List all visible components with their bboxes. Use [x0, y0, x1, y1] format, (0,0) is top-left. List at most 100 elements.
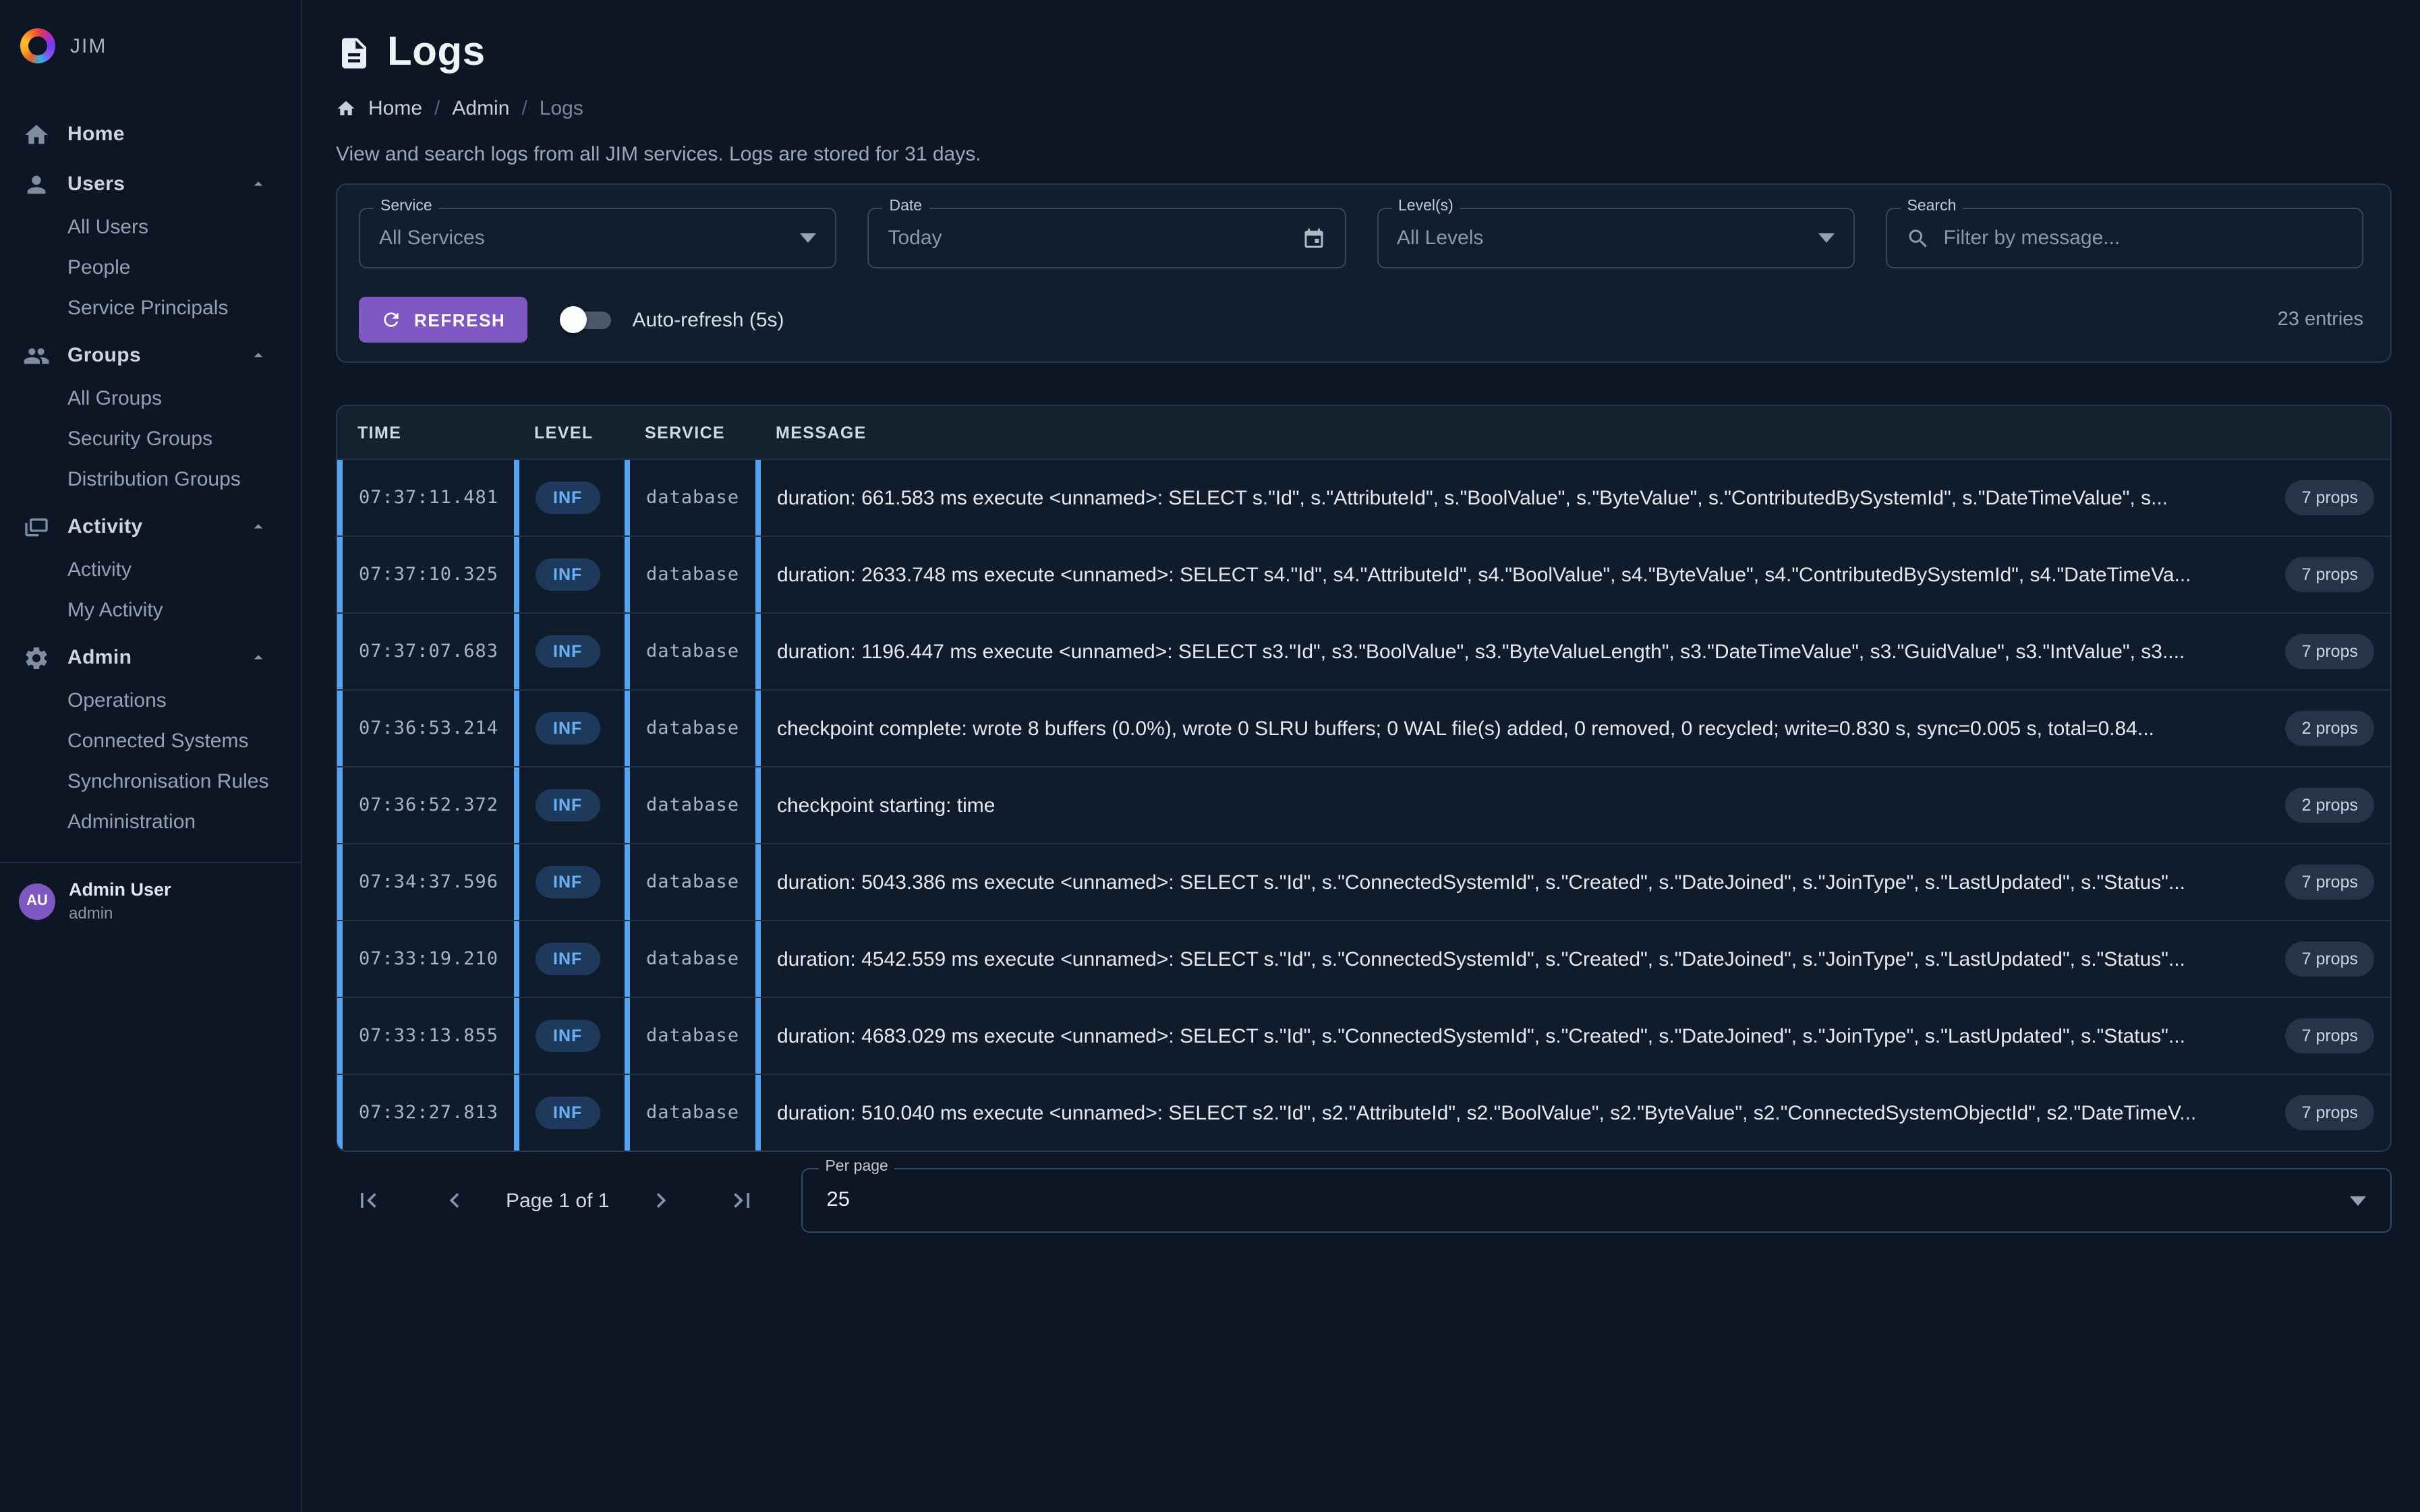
sidebar-subitem-my-activity[interactable]: My Activity	[0, 589, 301, 630]
sidebar-user[interactable]: AU Admin User admin	[0, 862, 301, 923]
props-chip[interactable]: 2 props	[2286, 711, 2374, 746]
breadcrumb-admin[interactable]: Admin	[452, 97, 509, 120]
log-row[interactable]: 07:33:19.210INFdatabaseduration: 4542.55…	[337, 920, 2390, 997]
sidebar-subitem-connected-systems[interactable]: Connected Systems	[0, 720, 301, 761]
log-time: 07:34:37.596	[359, 871, 498, 893]
per-page-label: Per page	[818, 1159, 894, 1175]
log-row[interactable]: 07:37:07.683INFdatabaseduration: 1196.44…	[337, 612, 2390, 689]
log-service: database	[646, 794, 739, 816]
log-level-cell: INF	[514, 614, 625, 689]
per-page-value: 25	[826, 1188, 850, 1213]
log-time: 07:37:10.325	[359, 564, 498, 585]
log-time: 07:33:13.855	[359, 1025, 498, 1047]
log-row[interactable]: 07:36:52.372INFdatabasecheckpoint starti…	[337, 766, 2390, 843]
page-description: View and search logs from all JIM servic…	[336, 143, 2392, 166]
log-service: database	[646, 1025, 739, 1047]
log-service-cell: database	[625, 691, 755, 766]
log-message: duration: 2633.748 ms execute <unnamed>:…	[777, 560, 2191, 589]
refresh-icon	[380, 309, 402, 330]
column-header-message: MESSAGE	[755, 423, 2390, 442]
sidebar-subitem-operations[interactable]: Operations	[0, 680, 301, 720]
props-chip[interactable]: 7 props	[2286, 941, 2374, 977]
brand-row[interactable]: JIM	[0, 0, 301, 74]
home-icon	[336, 98, 356, 119]
next-page-button[interactable]	[641, 1182, 679, 1219]
log-row[interactable]: 07:33:13.855INFdatabaseduration: 4683.02…	[337, 997, 2390, 1074]
page-title: Logs	[387, 30, 486, 76]
column-header-service: SERVICE	[625, 423, 755, 442]
log-message: duration: 5043.386 ms execute <unnamed>:…	[777, 868, 2185, 896]
per-page-select[interactable]: Per page 25	[801, 1168, 2392, 1233]
log-row[interactable]: 07:37:10.325INFdatabaseduration: 2633.74…	[337, 535, 2390, 612]
service-value: All Services	[379, 227, 485, 250]
service-select[interactable]: Service All Services	[359, 208, 837, 268]
table-body: 07:37:11.481INFdatabaseduration: 661.583…	[337, 459, 2390, 1151]
sidebar-subitem-security-groups[interactable]: Security Groups	[0, 418, 301, 459]
previous-page-button[interactable]	[436, 1182, 473, 1219]
sidebar-subitem-synchronisation-rules[interactable]: Synchronisation Rules	[0, 761, 301, 801]
props-chip[interactable]: 2 props	[2286, 788, 2374, 823]
last-page-button[interactable]	[722, 1182, 760, 1219]
log-row[interactable]: 07:36:53.214INFdatabasecheckpoint comple…	[337, 689, 2390, 766]
sidebar-subitem-activity[interactable]: Activity	[0, 549, 301, 589]
sidebar-subitem-distribution-groups[interactable]: Distribution Groups	[0, 459, 301, 499]
log-row[interactable]: 07:32:27.813INFdatabaseduration: 510.040…	[337, 1074, 2390, 1151]
log-row[interactable]: 07:34:37.596INFdatabaseduration: 5043.38…	[337, 843, 2390, 920]
date-field[interactable]: Date Today	[868, 208, 1346, 268]
log-row[interactable]: 07:37:11.481INFdatabaseduration: 661.583…	[337, 459, 2390, 535]
sidebar-item-activity[interactable]: Activity	[0, 504, 301, 549]
sidebar-item-users[interactable]: Users	[0, 162, 301, 206]
column-header-time: TIME	[337, 423, 514, 442]
filter-fields: Service All Services Date Today Level(s)…	[359, 208, 2363, 268]
props-chip[interactable]: 7 props	[2286, 557, 2374, 592]
props-chip[interactable]: 7 props	[2286, 634, 2374, 669]
props-chip[interactable]: 7 props	[2286, 1018, 2374, 1053]
log-service-cell: database	[625, 767, 755, 843]
pagination: Page 1 of 1 Per page 25	[336, 1168, 2392, 1233]
document-icon	[336, 34, 372, 71]
date-value: Today	[888, 227, 942, 250]
sidebar-item-home[interactable]: Home	[0, 112, 301, 156]
sidebar-subitem-people[interactable]: People	[0, 247, 301, 287]
calendar-icon[interactable]	[1301, 226, 1325, 250]
chevron-right-icon	[645, 1186, 675, 1215]
log-time: 07:37:11.481	[359, 487, 498, 508]
log-service: database	[646, 871, 739, 893]
log-message: duration: 661.583 ms execute <unnamed>: …	[777, 484, 2168, 512]
breadcrumb: Home / Admin / Logs	[336, 97, 2392, 120]
log-message: duration: 4542.559 ms execute <unnamed>:…	[777, 945, 2185, 973]
logs-table: TIME LEVEL SERVICE MESSAGE 07:37:11.481I…	[336, 405, 2392, 1152]
sidebar-item-groups[interactable]: Groups	[0, 333, 301, 378]
chevron-up-icon[interactable]	[248, 647, 268, 668]
log-level-cell: INF	[514, 537, 625, 612]
sidebar-subitem-all-groups[interactable]: All Groups	[0, 378, 301, 418]
brand-name: JIM	[70, 34, 107, 57]
props-chip[interactable]: 7 props	[2286, 480, 2374, 515]
log-time-cell: 07:37:11.481	[337, 460, 514, 535]
sidebar-item-admin[interactable]: Admin	[0, 635, 301, 680]
breadcrumb-home[interactable]: Home	[368, 97, 422, 120]
refresh-button[interactable]: REFRESH	[359, 297, 527, 343]
chevron-left-icon	[440, 1186, 469, 1215]
props-chip[interactable]: 7 props	[2286, 865, 2374, 900]
log-time-cell: 07:37:10.325	[337, 537, 514, 612]
sidebar-subitem-administration[interactable]: Administration	[0, 801, 301, 842]
log-time: 07:36:53.214	[359, 718, 498, 739]
log-time: 07:37:07.683	[359, 641, 498, 662]
level-badge: INF	[536, 712, 600, 745]
sidebar-subitem-service-principals[interactable]: Service Principals	[0, 287, 301, 328]
breadcrumb-logs: Logs	[540, 97, 583, 120]
auto-refresh-toggle[interactable]	[559, 303, 616, 336]
search-input[interactable]: Search Filter by message...	[1886, 208, 2364, 268]
chevron-up-icon[interactable]	[248, 345, 268, 366]
sidebar-subitem-all-users[interactable]: All Users	[0, 206, 301, 247]
levels-select[interactable]: Level(s) All Levels	[1377, 208, 1855, 268]
breadcrumb-separator: /	[434, 97, 440, 120]
chevron-up-icon[interactable]	[248, 174, 268, 194]
log-level-cell: INF	[514, 921, 625, 997]
log-service: database	[646, 641, 739, 662]
props-chip[interactable]: 7 props	[2286, 1095, 2374, 1130]
first-page-button[interactable]	[349, 1182, 387, 1219]
log-level-cell: INF	[514, 460, 625, 535]
chevron-up-icon[interactable]	[248, 517, 268, 537]
